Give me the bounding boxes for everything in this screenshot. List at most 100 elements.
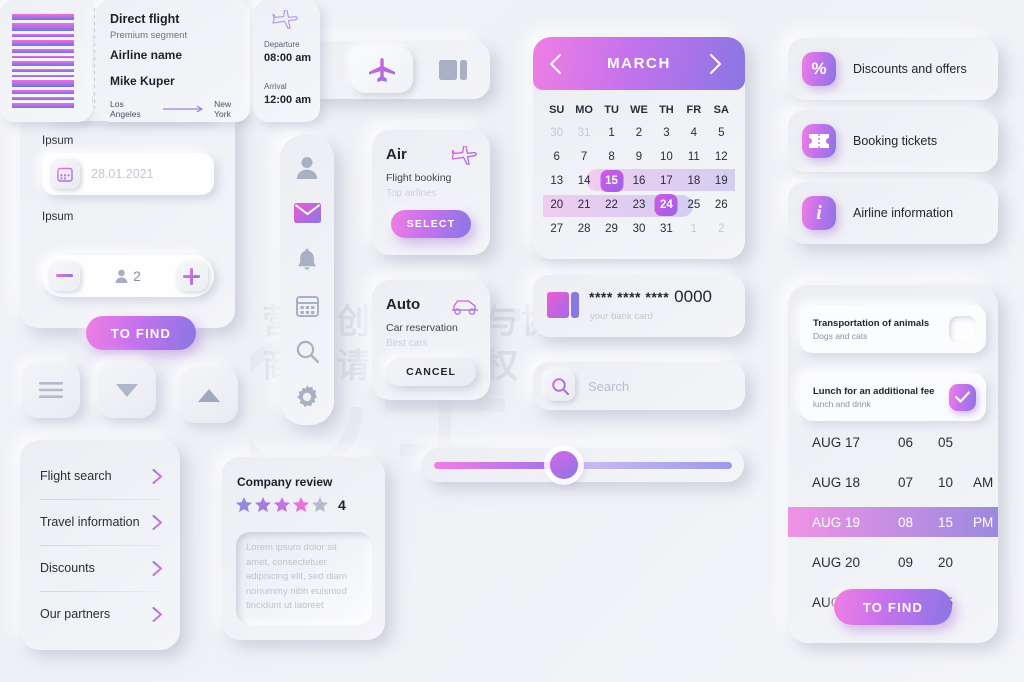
checkbox-animals[interactable]	[949, 315, 976, 343]
service-card-auto[interactable]: Auto Car reservation Best cars CANCEL	[372, 280, 490, 400]
calendar-day[interactable]: 1	[598, 121, 625, 145]
sidebar-item-flight-search[interactable]: Flight search	[40, 454, 163, 498]
dow-label: FR	[686, 104, 702, 116]
calendar-day-range-end[interactable]: 24	[653, 193, 680, 217]
chevron-right-icon	[152, 468, 163, 484]
time-row[interactable]: AUG 20 09 20	[788, 547, 998, 577]
time-date: AUG 20	[812, 554, 861, 570]
ticket-icon	[802, 124, 836, 158]
calendar-day[interactable]: 29	[598, 217, 625, 241]
calendar-day[interactable]: 6	[543, 145, 570, 169]
info-icon: i	[802, 196, 836, 230]
time-meridiem: PM	[973, 514, 994, 530]
calendar-day[interactable]: 12	[708, 145, 735, 169]
menu-card-label: Discounts and offers	[853, 62, 967, 76]
option-row-animals[interactable]: Transportation of animals Dogs and cats	[800, 305, 986, 353]
menu-card-label: Booking tickets	[853, 134, 938, 148]
calendar-day[interactable]: 1	[680, 217, 707, 241]
time-hour: 09	[898, 554, 914, 570]
rail-profile[interactable]	[293, 153, 321, 181]
calendar-day[interactable]: 7	[570, 145, 597, 169]
time-row[interactable]: AUG 18 07 10 AM	[788, 467, 998, 497]
slider-thumb[interactable]	[550, 451, 578, 479]
rail-settings[interactable]	[293, 383, 321, 411]
sidebar-item-our-partners[interactable]: Our partners	[40, 592, 163, 636]
time-minute: 10	[938, 474, 954, 490]
calendar-day[interactable]: 22	[598, 193, 625, 217]
calendar-day[interactable]: 31	[653, 217, 680, 241]
select-button[interactable]: SELECT	[391, 210, 471, 238]
calendar-day[interactable]: 23	[625, 193, 652, 217]
time-row-selected[interactable]: AUG 19 08 15 PM	[788, 507, 998, 537]
sidebar-item-travel-information[interactable]: Travel information	[40, 500, 163, 544]
sidebar-item-discounts[interactable]: Discounts	[40, 546, 163, 590]
passenger-name: Mike Kuper	[110, 74, 175, 88]
calendar-day[interactable]: 18	[680, 169, 707, 193]
time-submit-button[interactable]: TO FIND	[834, 589, 952, 625]
menu-card-discounts[interactable]: % Discounts and offers	[788, 38, 998, 100]
calendar-day[interactable]: 28	[570, 217, 597, 241]
cancel-button[interactable]: CANCEL	[386, 358, 476, 386]
rating-stars[interactable]: 4	[236, 497, 346, 513]
search-bar[interactable]: Search	[533, 362, 745, 410]
next-month-button[interactable]	[709, 54, 729, 74]
calendar-day[interactable]: 4	[680, 121, 707, 145]
rail-mail[interactable]	[293, 199, 321, 227]
calendar-day[interactable]: 11	[680, 145, 707, 169]
calendar-day[interactable]: 8	[598, 145, 625, 169]
calendar-day[interactable]: 3	[653, 121, 680, 145]
rail-notifications[interactable]	[293, 245, 321, 273]
tab-cards[interactable]	[422, 47, 484, 93]
time-hour: 06	[898, 434, 914, 450]
calendar-day[interactable]: 26	[708, 193, 735, 217]
arrow-right-icon	[163, 105, 204, 113]
calendar-day[interactable]: 5	[708, 121, 735, 145]
menu-card-airline-info[interactable]: i Airline information	[788, 182, 998, 244]
calendar-day[interactable]: 17	[653, 169, 680, 193]
arrival-time: 12:00 am	[264, 94, 312, 106]
dropdown-button[interactable]	[98, 362, 156, 418]
rail-search[interactable]	[293, 337, 321, 365]
decrement-button[interactable]	[48, 261, 80, 291]
collapse-button[interactable]	[180, 367, 238, 423]
ui-kit-canvas: 营销创意服务与协作平台 商用请获取授权 Dolor Country, city …	[0, 0, 1024, 682]
time-date: AUG 17	[812, 434, 861, 450]
calendar-day[interactable]: 13	[543, 169, 570, 193]
calendar-day[interactable]: 30	[543, 121, 570, 145]
checkbox-lunch[interactable]	[949, 383, 976, 411]
option-row-lunch[interactable]: Lunch for an additional fee lunch and dr…	[800, 373, 986, 421]
calendar-day[interactable]: 27	[543, 217, 570, 241]
calendar-day[interactable]: 30	[625, 217, 652, 241]
search-submit-button[interactable]: TO FIND	[86, 316, 196, 350]
calendar-day-range-start[interactable]: 15	[598, 169, 625, 193]
calendar-day[interactable]: 14	[570, 169, 597, 193]
service-card-air[interactable]: Air Flight booking Top airlines SELECT	[372, 130, 490, 255]
menu-button[interactable]	[22, 362, 80, 418]
bank-card-widget[interactable]: **** **** **** 0000 your bank card	[533, 275, 745, 337]
nav-label: Discounts	[40, 561, 95, 575]
tab-flights[interactable]	[351, 47, 413, 93]
range-slider[interactable]	[422, 448, 744, 482]
calendar-day[interactable]: 19	[708, 169, 735, 193]
prev-month-button[interactable]	[549, 54, 569, 74]
calendar-day[interactable]: 2	[625, 121, 652, 145]
calendar-grid: SU MO TU WE TH FR SA 30 31 1 2 3 4 5 6 7…	[543, 99, 735, 241]
calendar-day[interactable]: 10	[653, 145, 680, 169]
user-icon	[115, 269, 128, 283]
date-value: 28.01.2021	[91, 167, 154, 181]
menu-card-booking[interactable]: Booking tickets	[788, 110, 998, 172]
calendar-day[interactable]: 2	[708, 217, 735, 241]
time-hour: 07	[898, 474, 914, 490]
chevron-right-icon	[152, 606, 163, 622]
calendar-day[interactable]: 31	[570, 121, 597, 145]
calendar-header: MARCH	[533, 37, 745, 90]
rail-calendar[interactable]	[293, 291, 321, 319]
increment-button[interactable]	[175, 261, 208, 291]
date-input[interactable]: 28.01.2021	[42, 153, 214, 195]
calendar-day[interactable]: 20	[543, 193, 570, 217]
calendar-day[interactable]: 21	[570, 193, 597, 217]
calendar-day[interactable]: 25	[680, 193, 707, 217]
calendar-day[interactable]: 9	[625, 145, 652, 169]
time-row[interactable]: AUG 17 06 05	[788, 427, 998, 457]
calendar-day[interactable]: 16	[625, 169, 652, 193]
